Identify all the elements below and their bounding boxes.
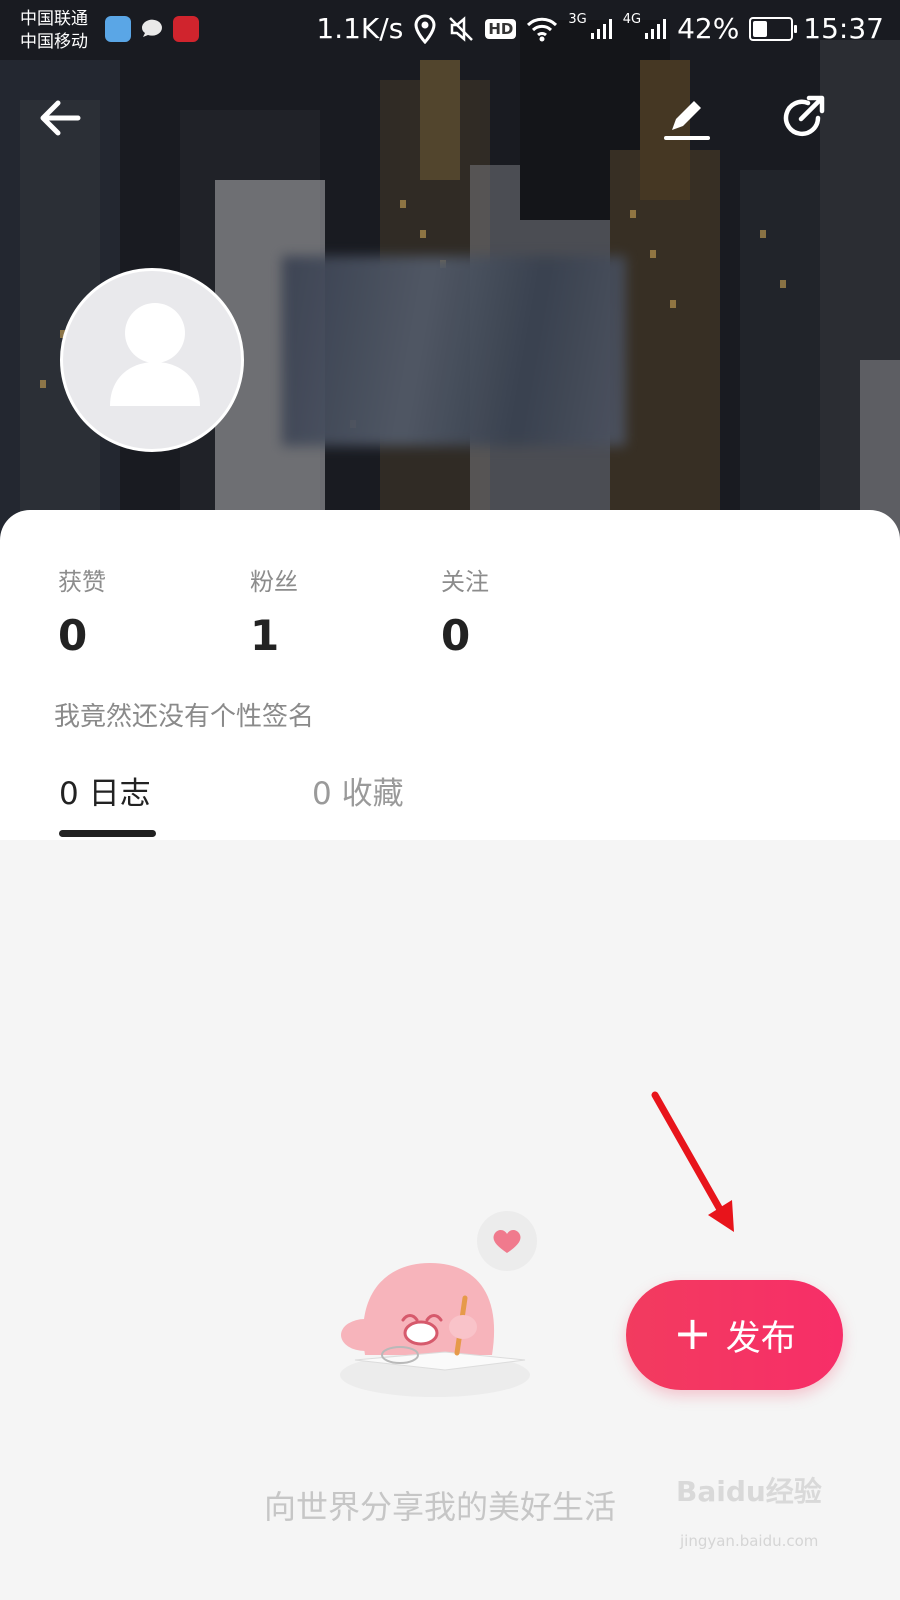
baidu-watermark-url: jingyan.baidu.com — [680, 1532, 819, 1550]
back-arrow-icon[interactable] — [34, 92, 86, 144]
battery-percent: 42% — [677, 12, 740, 45]
signal-bars-icon — [645, 18, 667, 39]
stat-value: 0 — [58, 611, 88, 660]
stat-label: 粉丝 — [250, 568, 298, 596]
signal-4g-label: 4G — [622, 12, 642, 27]
blurred-profile-info — [282, 256, 626, 446]
annotation-arrow-icon — [651, 1091, 734, 1232]
status-indicators: 1.1K/s HD 3G 4G 42% 15:37 — [316, 12, 884, 45]
empty-state-mascot-illustration — [340, 1211, 537, 1397]
pencil-edit-icon[interactable] — [660, 92, 712, 144]
stat-value: 1 — [250, 611, 280, 660]
publish-button[interactable]: + 发布 — [626, 1280, 843, 1390]
tab-logs[interactable]: 0 日志 — [59, 768, 151, 813]
plus-icon: + — [673, 1306, 712, 1360]
active-tab-indicator — [59, 830, 156, 837]
battery-icon — [749, 16, 798, 41]
wifi-icon — [527, 17, 558, 41]
tab-favorites[interactable]: 0 收藏 — [312, 768, 404, 813]
stat-value: 0 — [441, 611, 471, 660]
location-icon — [414, 13, 436, 44]
hd-badge: HD — [485, 18, 517, 39]
publish-label: 发布 — [725, 1318, 796, 1359]
baidu-watermark: Baidu经验 — [676, 1475, 822, 1508]
signal-bars-icon — [590, 18, 612, 39]
stat-likes[interactable]: 获赞 0 — [58, 562, 106, 660]
bio-text[interactable]: 我竟然还没有个性签名 — [54, 696, 314, 733]
user-silhouette-icon — [110, 303, 200, 406]
browser-app-icon — [105, 16, 131, 42]
notification-icons — [105, 16, 199, 42]
stat-label: 获赞 — [58, 568, 106, 596]
stat-following[interactable]: 关注 0 — [441, 562, 489, 660]
share-icon[interactable] — [776, 92, 828, 144]
music-app-icon — [173, 16, 199, 42]
carrier-names: 中国联通 中国移动 — [20, 8, 88, 54]
stat-fans[interactable]: 粉丝 1 — [250, 562, 298, 660]
avatar[interactable] — [60, 268, 244, 452]
clock: 15:37 — [803, 12, 884, 45]
status-bar: 中国联通 中国移动 1.1K/s HD 3G 4G 42% 15:37 — [0, 0, 900, 66]
carrier-1: 中国联通 — [20, 9, 88, 29]
signal-3g-label: 3G — [568, 12, 587, 27]
profile-card: 获赞 0 粉丝 1 关注 0 我竟然还没有个性签名 0 日志 0 收藏 — [0, 510, 900, 840]
profile-header-background: 中国联通 中国移动 1.1K/s HD 3G 4G 42% 15:37 — [0, 0, 900, 560]
mute-icon — [449, 15, 474, 42]
stat-label: 关注 — [441, 568, 489, 596]
carrier-2: 中国移动 — [20, 32, 88, 52]
message-bubble-icon — [141, 19, 162, 37]
battery-level — [753, 20, 768, 37]
network-speed: 1.1K/s — [316, 12, 404, 45]
